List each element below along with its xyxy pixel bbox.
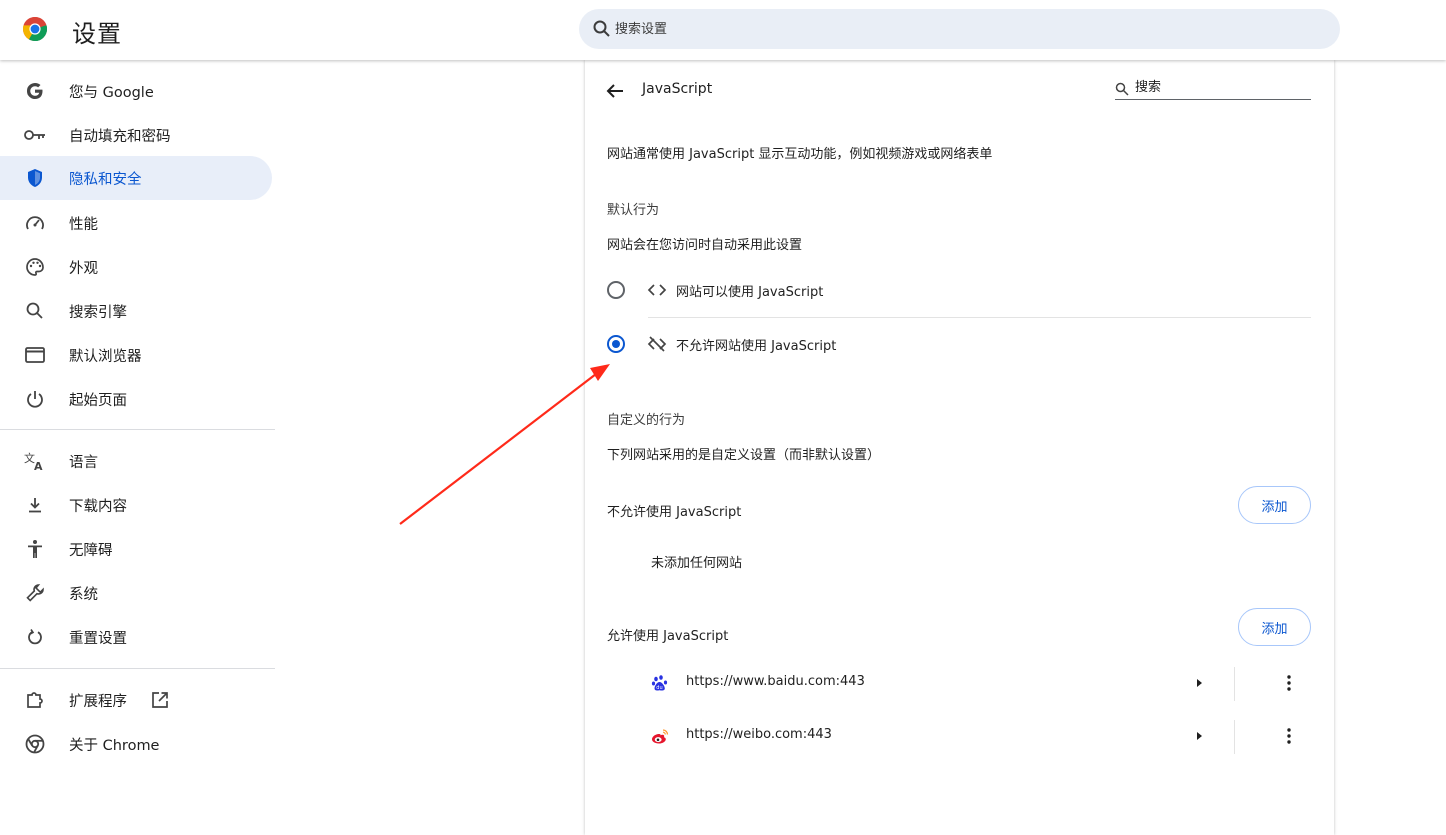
- radio-label: 网站可以使用 JavaScript: [676, 285, 824, 300]
- sidebar-item-label: 重置设置: [69, 630, 127, 647]
- sidebar-divider: [0, 668, 275, 669]
- settings-search-input[interactable]: [615, 9, 1315, 49]
- more-vert-icon[interactable]: [1279, 673, 1299, 693]
- sidebar-item-about[interactable]: 关于 Chrome: [0, 722, 272, 766]
- sidebar-item-label: 系统: [69, 586, 98, 603]
- back-arrow-icon[interactable]: [603, 79, 627, 103]
- svg-text:du: du: [656, 685, 662, 691]
- chrome-logo-icon: [23, 17, 47, 41]
- sidebar-item-label: 您与 Google: [69, 84, 154, 101]
- expand-arrow-icon[interactable]: [1191, 675, 1207, 691]
- sidebar-item-privacy[interactable]: 隐私和安全: [0, 156, 272, 200]
- google-g-icon: [24, 80, 46, 102]
- code-icon: [647, 284, 667, 296]
- search-icon: [24, 300, 46, 322]
- javascript-settings-panel: JavaScript 网站通常使用 JavaScript 显示互动功能，例如视频…: [585, 60, 1334, 835]
- row-divider: [648, 317, 1311, 318]
- sidebar-item-extensions[interactable]: 扩展程序: [0, 678, 272, 722]
- sidebar-item-system[interactable]: 系统: [0, 571, 272, 615]
- palette-icon: [24, 256, 46, 278]
- speedometer-icon: [24, 212, 46, 234]
- search-icon: [593, 20, 610, 37]
- translate-icon: 文A: [24, 450, 46, 472]
- browser-window-icon: [24, 344, 46, 366]
- code-off-icon: [647, 336, 667, 352]
- sidebar: 您与 Google 自动填充和密码 隐私和安全 性能 外观 搜索引擎 默认浏览器…: [0, 60, 275, 835]
- sidebar-item-startup[interactable]: 起始页面: [0, 377, 272, 421]
- sidebar-item-default-browser[interactable]: 默认浏览器: [0, 333, 272, 377]
- reset-icon: [24, 626, 46, 648]
- sidebar-item-label: 隐私和安全: [69, 171, 142, 188]
- page-title: 设置: [72, 20, 122, 48]
- sidebar-item-label: 自动填充和密码: [69, 128, 171, 145]
- subpage-title: JavaScript: [642, 81, 713, 97]
- site-url: https://weibo.com:443: [686, 727, 832, 742]
- radio-block-javascript[interactable]: 不允许网站使用 JavaScript: [607, 324, 1311, 364]
- blocked-section-heading: 不允许使用 JavaScript: [607, 505, 742, 520]
- sidebar-item-downloads[interactable]: 下载内容: [0, 483, 272, 527]
- sidebar-item-performance[interactable]: 性能: [0, 201, 272, 245]
- subpage-search-input[interactable]: [1135, 76, 1305, 98]
- sidebar-item-label: 起始页面: [69, 392, 127, 409]
- row-separator: [1234, 667, 1235, 701]
- sidebar-item-languages[interactable]: 文A 语言: [0, 439, 272, 483]
- sidebar-item-label: 扩展程序: [69, 693, 127, 710]
- external-link-icon: [152, 692, 168, 708]
- wrench-icon: [24, 582, 46, 604]
- download-icon: [24, 494, 46, 516]
- more-vert-icon[interactable]: [1279, 726, 1299, 746]
- accessibility-icon: [24, 538, 46, 560]
- radio-button-selected[interactable]: [607, 335, 625, 353]
- key-icon: [24, 124, 46, 146]
- radio-label: 不允许网站使用 JavaScript: [676, 339, 837, 354]
- sidebar-item-label: 下载内容: [69, 498, 127, 515]
- sidebar-item-google[interactable]: 您与 Google: [0, 69, 272, 113]
- chrome-icon: [24, 733, 46, 755]
- sidebar-item-label: 无障碍: [69, 542, 113, 559]
- sidebar-item-appearance[interactable]: 外观: [0, 245, 272, 289]
- site-row-weibo[interactable]: https://weibo.com:443: [607, 710, 1311, 762]
- sidebar-divider: [0, 429, 275, 430]
- sidebar-item-label: 外观: [69, 260, 98, 277]
- settings-search[interactable]: [579, 9, 1340, 49]
- radio-button[interactable]: [607, 281, 625, 299]
- sidebar-item-label: 性能: [69, 216, 98, 233]
- description-text: 网站通常使用 JavaScript 显示互动功能，例如视频游戏或网络表单: [607, 147, 993, 162]
- weibo-icon: [652, 729, 669, 744]
- power-icon: [24, 388, 46, 410]
- sidebar-item-search-engine[interactable]: 搜索引擎: [0, 289, 272, 333]
- expand-arrow-icon[interactable]: [1191, 728, 1207, 744]
- empty-list-text: 未添加任何网站: [651, 556, 743, 571]
- row-separator: [1234, 720, 1235, 754]
- puzzle-icon: [24, 689, 46, 711]
- search-icon: [1115, 82, 1129, 96]
- sidebar-item-autofill[interactable]: 自动填充和密码: [0, 113, 272, 157]
- default-behavior-heading: 默认行为: [607, 203, 660, 218]
- subpage-search[interactable]: [1115, 76, 1311, 100]
- sidebar-item-label: 关于 Chrome: [69, 737, 160, 754]
- sidebar-item-label: 默认浏览器: [69, 348, 142, 365]
- default-behavior-subheading: 网站会在您访问时自动采用此设置: [607, 238, 803, 253]
- sidebar-item-accessibility[interactable]: 无障碍: [0, 527, 272, 571]
- sidebar-item-label: 搜索引擎: [69, 304, 127, 321]
- site-url: https://www.baidu.com:443: [686, 674, 865, 689]
- allowed-section-heading: 允许使用 JavaScript: [607, 629, 729, 644]
- sidebar-item-reset[interactable]: 重置设置: [0, 615, 272, 659]
- svg-text:A: A: [34, 460, 43, 471]
- custom-behavior-subheading: 下列网站采用的是自定义设置（而非默认设置）: [607, 448, 881, 463]
- add-blocked-site-button[interactable]: 添加: [1238, 486, 1311, 524]
- radio-allow-javascript[interactable]: 网站可以使用 JavaScript: [607, 270, 1311, 310]
- custom-behavior-heading: 自定义的行为: [607, 413, 686, 428]
- shield-icon: [24, 167, 46, 189]
- sidebar-item-label: 语言: [69, 454, 98, 471]
- baidu-paw-icon: du: [651, 675, 668, 691]
- header-bar: 设置: [0, 0, 1446, 60]
- add-allowed-site-button[interactable]: 添加: [1238, 608, 1311, 646]
- site-row-baidu[interactable]: du https://www.baidu.com:443: [607, 657, 1311, 709]
